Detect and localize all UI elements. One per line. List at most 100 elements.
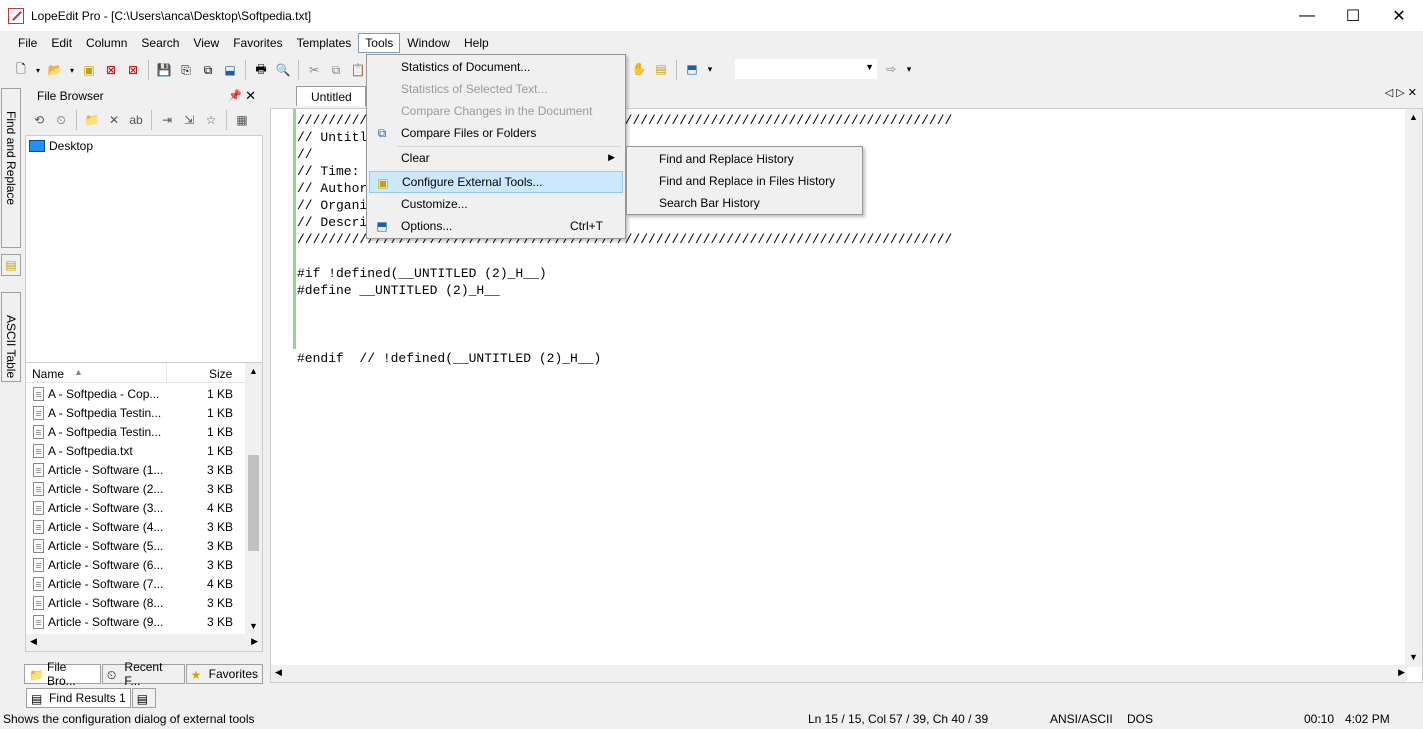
tab-find-results[interactable]: ▤ Find Results 1 xyxy=(26,688,131,708)
paste-icon[interactable]: 📋 xyxy=(349,61,367,79)
code-line[interactable] xyxy=(297,333,952,350)
tab-nav[interactable]: ◁ ▷ ✕ xyxy=(1385,86,1417,99)
tab-find-replace[interactable]: Find and Replace xyxy=(1,88,21,248)
new-file-icon[interactable]: 🗋 xyxy=(12,61,30,79)
editor-scrollbar[interactable]: ▲ ▼ xyxy=(1405,109,1422,667)
menu-item-statistics-document[interactable]: Statistics of Document... xyxy=(369,56,623,78)
tab-output[interactable]: ▤ xyxy=(131,688,156,708)
menu-file[interactable]: File xyxy=(11,33,44,53)
code-line[interactable] xyxy=(297,316,952,333)
rename-icon[interactable]: ab xyxy=(127,111,145,129)
open-file-icon[interactable]: ⇥ xyxy=(158,111,176,129)
code-line[interactable] xyxy=(297,248,952,265)
list-item[interactable]: Article - Software (1... 3 KB xyxy=(26,461,246,480)
scroll-down-icon[interactable]: ▼ xyxy=(249,621,258,631)
folder-icon[interactable]: 📁 xyxy=(83,111,101,129)
cut-icon[interactable]: ✂ xyxy=(305,61,323,79)
menu-tools[interactable]: Tools xyxy=(358,33,401,53)
combo-overflow-icon[interactable]: ▾ xyxy=(904,60,914,78)
list-item[interactable]: Article - Software (2... 3 KB xyxy=(26,480,246,499)
column-size[interactable]: Size xyxy=(209,367,232,381)
save-all-icon[interactable]: ⧉ xyxy=(199,61,217,79)
print-preview-icon[interactable]: 🔍 xyxy=(274,61,292,79)
scroll-thumb[interactable] xyxy=(248,455,259,551)
tab-file-browser[interactable]: 📁 File Bro... xyxy=(24,660,101,688)
submenu-item-find-replace-history[interactable]: Find and Replace History xyxy=(629,148,859,170)
new-dropdown-icon[interactable]: ▾ xyxy=(34,61,42,79)
menu-templates[interactable]: Templates xyxy=(290,33,359,53)
list-item[interactable]: A - Softpedia Testin... 1 KB xyxy=(26,423,246,442)
menu-item-customize[interactable]: Customize... xyxy=(369,193,623,215)
menu-favorites[interactable]: Favorites xyxy=(226,33,289,53)
menu-help[interactable]: Help xyxy=(457,33,496,53)
close-icon[interactable]: ✕ xyxy=(245,88,256,104)
scroll-left-icon[interactable]: ◀ xyxy=(30,636,37,647)
tree-item-desktop[interactable]: Desktop xyxy=(29,139,93,153)
list-item[interactable]: Article - Software (7... 4 KB xyxy=(26,575,246,594)
search-combo[interactable]: ▼ xyxy=(735,59,877,79)
list-item[interactable]: Article - Software (5... 3 KB xyxy=(26,537,246,556)
back-icon[interactable]: ⟲ xyxy=(30,111,48,129)
column-divider[interactable] xyxy=(166,363,167,383)
open-project-icon[interactable]: ▣ xyxy=(80,61,98,79)
scroll-left-icon[interactable]: ◀ xyxy=(275,667,282,678)
code-line[interactable]: #define __UNTITLED (2)_H__ xyxy=(297,282,952,299)
submenu-item-find-replace-files-history[interactable]: Find and Replace in Files History xyxy=(629,170,859,192)
submenu-item-search-bar-history[interactable]: Search Bar History xyxy=(629,192,859,214)
find-icon[interactable]: ✋ xyxy=(630,60,648,78)
menu-view[interactable]: View xyxy=(186,33,226,53)
save-remote-icon[interactable]: ⬓ xyxy=(221,61,239,79)
toolbar-overflow-icon[interactable]: ▾ xyxy=(705,60,715,78)
chevron-down-icon[interactable]: ▼ xyxy=(865,62,874,72)
scroll-down-icon[interactable]: ▼ xyxy=(1409,652,1418,662)
menu-column[interactable]: Column xyxy=(79,33,134,53)
file-list[interactable]: Name ▲ Size A - Softpedia - Cop... 1 KB A … xyxy=(25,362,263,652)
external-tool-icon[interactable]: ⬒ xyxy=(683,60,701,78)
print-icon[interactable]: 🖶 xyxy=(252,61,270,79)
list-item[interactable]: A - Softpedia Testin... 1 KB xyxy=(26,404,246,423)
code-line[interactable]: #if !defined(__UNTITLED (2)_H__) xyxy=(297,265,952,282)
list-item[interactable]: Article - Software (6... 3 KB xyxy=(26,556,246,575)
close-all-icon[interactable]: ⊠ xyxy=(124,61,142,79)
pin-icon[interactable]: 📌 xyxy=(228,89,242,102)
column-name[interactable]: Name xyxy=(32,367,64,381)
maximize-button[interactable]: ☐ xyxy=(1330,0,1376,31)
close-button[interactable]: ✕ xyxy=(1376,0,1422,31)
minimize-button[interactable]: — xyxy=(1284,0,1330,31)
code-line[interactable] xyxy=(297,299,952,316)
go-icon[interactable]: ⇨ xyxy=(882,60,900,78)
tab-untitled[interactable]: Untitled xyxy=(296,86,366,106)
menu-window[interactable]: Window xyxy=(400,33,457,53)
favorites-icon[interactable]: ☆ xyxy=(202,111,220,129)
save-icon[interactable]: 💾 xyxy=(155,61,173,79)
list-item[interactable]: A - Softpedia - Cop... 1 KB xyxy=(26,385,246,404)
open-folder-icon[interactable]: 📂 xyxy=(46,61,64,79)
open-dropdown-icon[interactable]: ▾ xyxy=(68,61,76,79)
delete-icon[interactable]: ✕ xyxy=(105,111,123,129)
menu-search[interactable]: Search xyxy=(134,33,186,53)
menu-item-configure-external-tools[interactable]: ▣ Configure External Tools... xyxy=(369,171,623,193)
menu-edit[interactable]: Edit xyxy=(44,33,79,53)
save-as-icon[interactable]: ⎘ xyxy=(177,61,195,79)
menu-item-options[interactable]: ⬒ Options... Ctrl+T xyxy=(369,215,623,237)
menu-item-clear[interactable]: Clear ▶ xyxy=(369,147,623,169)
menu-item-compare-files[interactable]: ⧉ Compare Files or Folders xyxy=(369,122,623,144)
code-line[interactable]: #endif // !defined(__UNTITLED (2)_H__) xyxy=(297,350,952,367)
history-icon[interactable]: ⏲ xyxy=(52,111,70,129)
find-in-files-icon[interactable]: ▤ xyxy=(652,60,670,78)
scroll-right-icon[interactable]: ▶ xyxy=(1398,667,1405,678)
tab-find-files[interactable]: ▤ xyxy=(1,254,21,276)
close-file-icon[interactable]: ⊠ xyxy=(102,61,120,79)
tab-recent-files[interactable]: ⏲ Recent F... xyxy=(101,660,185,688)
properties-icon[interactable]: ▦ xyxy=(233,111,251,129)
list-item[interactable]: A - Softpedia.txt 1 KB xyxy=(26,442,246,461)
list-item[interactable]: Article - Software (3... 4 KB xyxy=(26,499,246,518)
tab-ascii-table[interactable]: ASCII Table xyxy=(1,292,21,382)
copy-icon[interactable]: ⧉ xyxy=(327,61,345,79)
file-list-hscrollbar[interactable]: ◀ ▶ xyxy=(26,634,262,651)
tab-favorites[interactable]: ★ Favorites xyxy=(185,664,263,684)
editor-hscrollbar[interactable]: ◀ ▶ xyxy=(271,665,1407,682)
open-external-icon[interactable]: ⇲ xyxy=(180,111,198,129)
list-item[interactable]: Article - Software (9... 3 KB xyxy=(26,613,246,632)
file-list-scrollbar[interactable]: ▲ ▼ xyxy=(245,363,262,635)
